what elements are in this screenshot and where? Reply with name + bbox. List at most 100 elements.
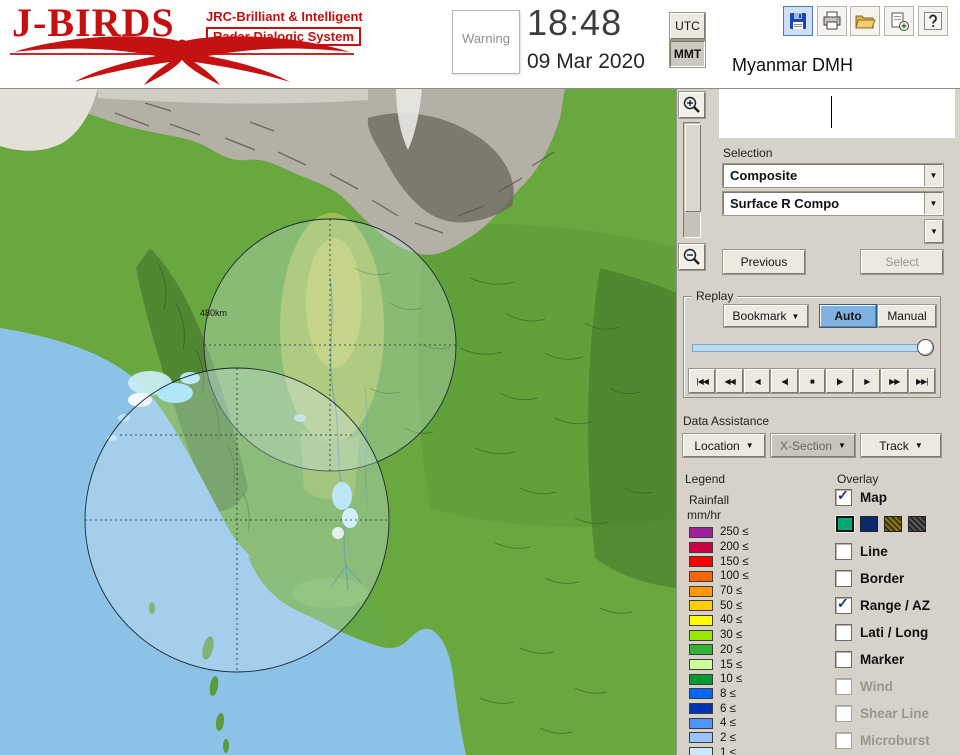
fast-rewind-button[interactable]: ◀◀ xyxy=(715,368,744,394)
step-back-button[interactable]: ◀| xyxy=(770,368,799,394)
rainfall-legend: 250 ≤ 200 ≤150 ≤ 100 ≤ 70 ≤50 ≤ 40 ≤ 30 ≤20 ≤… xyxy=(689,525,819,755)
bookmark-button[interactable]: Bookmark ▼ xyxy=(723,304,809,328)
overlay-item-lati-long[interactable]: Lati / Long xyxy=(835,624,959,641)
overlay-item-map[interactable]: ✓ Map xyxy=(835,487,959,506)
warning-indicator: Warning xyxy=(452,10,520,74)
jbirds-app: J-BIRDS JRC-Brilliant & Intelligent Rada… xyxy=(0,0,960,755)
zoom-out-button[interactable] xyxy=(678,243,706,271)
legend-color-swatch xyxy=(689,644,713,656)
utc-toggle-button[interactable]: UTC xyxy=(669,12,706,40)
overlay-item-microburst: Microburst xyxy=(835,732,959,749)
play-reverse-button[interactable]: ◀ xyxy=(742,368,772,394)
mmt-toggle-button[interactable]: MMT xyxy=(669,40,706,68)
legend-item: 1 ≤ xyxy=(689,745,819,755)
legend-unit-1: Rainfall xyxy=(689,493,730,507)
text-cursor xyxy=(831,96,832,128)
save-button[interactable] xyxy=(783,6,813,36)
fast-forward-button[interactable]: ▶▶ xyxy=(880,368,909,394)
checkbox[interactable] xyxy=(835,543,852,560)
chevron-down-icon[interactable]: ▼ xyxy=(924,165,942,186)
overlay-item-line[interactable]: Line xyxy=(835,543,959,560)
zoom-out-icon xyxy=(683,248,700,265)
legend-color-swatch xyxy=(689,526,713,538)
map-style-swatch-4[interactable] xyxy=(908,516,926,532)
replay-slider-thumb[interactable] xyxy=(917,339,934,356)
legend-item: 40 ≤ xyxy=(689,613,819,628)
overlay-item-label: Line xyxy=(860,544,888,559)
data-assistance-label: Data Assistance xyxy=(683,414,770,428)
track-button[interactable]: Track ▼ xyxy=(860,433,942,458)
header-bar: J-BIRDS JRC-Brilliant & Intelligent Rada… xyxy=(0,0,960,89)
play-button[interactable]: ▶ xyxy=(852,368,882,394)
legend-item: 20 ≤ xyxy=(689,643,819,658)
app-logo-subtitle-1: JRC-Brilliant & Intelligent xyxy=(206,9,363,24)
legend-item: 250 ≤ xyxy=(689,525,819,540)
radar-map[interactable]: 480km xyxy=(0,88,676,755)
legend-value: 20 ≤ xyxy=(720,643,743,656)
zoom-slider[interactable] xyxy=(683,122,701,238)
legend-color-swatch xyxy=(689,717,713,729)
legend-color-swatch xyxy=(689,747,713,755)
checkbox[interactable]: ✓ xyxy=(835,595,852,614)
checkbox[interactable] xyxy=(835,624,852,641)
location-button[interactable]: Location ▼ xyxy=(682,433,766,458)
station-name: Myanmar DMH xyxy=(718,46,954,84)
x-section-button[interactable]: X-Section ▼ xyxy=(770,433,856,458)
print-button[interactable] xyxy=(817,6,847,36)
overlay-item-marker[interactable]: Marker xyxy=(835,651,959,668)
product-select-value: Surface R Compo xyxy=(730,196,840,211)
map-style-swatches xyxy=(835,515,959,534)
legend-value: 6 ≤ xyxy=(720,702,736,715)
product-select[interactable]: Surface R Compo ▼ xyxy=(722,191,944,216)
step-forward-button[interactable]: |▶ xyxy=(825,368,854,394)
legend-item: 4 ≤ xyxy=(689,716,819,731)
overlay-item-label: Microburst xyxy=(860,733,930,748)
clock-date: 09 Mar 2020 xyxy=(527,50,645,73)
stop-button[interactable]: ■ xyxy=(797,368,827,394)
help-button[interactable] xyxy=(918,6,948,36)
export-button[interactable] xyxy=(884,6,914,36)
help-icon xyxy=(924,12,942,30)
checkbox[interactable]: ✓ xyxy=(835,487,852,506)
overlay-item-label: Wind xyxy=(860,679,893,694)
legend-color-swatch xyxy=(689,673,713,685)
checkbox[interactable] xyxy=(835,651,852,668)
checkbox[interactable] xyxy=(835,570,852,587)
legend-item: 2 ≤ xyxy=(689,731,819,746)
legend-value: 8 ≤ xyxy=(720,687,736,700)
composite-select[interactable]: Composite ▼ xyxy=(722,163,944,188)
print-icon xyxy=(823,11,841,30)
legend-color-swatch xyxy=(689,614,713,626)
auto-mode-button[interactable]: Auto xyxy=(819,304,877,328)
legend-item: 8 ≤ xyxy=(689,687,819,702)
check-icon: ✓ xyxy=(837,595,849,611)
checkbox xyxy=(835,732,852,749)
zoom-in-icon xyxy=(683,96,700,113)
previous-button[interactable]: Previous xyxy=(722,249,806,275)
select-button[interactable]: Select xyxy=(860,249,944,275)
overlay-item-border[interactable]: Border xyxy=(835,570,959,587)
legend-value: 10 ≤ xyxy=(720,673,743,686)
manual-mode-button[interactable]: Manual xyxy=(877,304,937,328)
open-folder-button[interactable] xyxy=(850,6,880,36)
chevron-down-icon[interactable]: ▼ xyxy=(924,193,942,214)
replay-slider-track[interactable] xyxy=(692,344,932,352)
overlay-item-label: Border xyxy=(860,571,905,586)
jump-to-end-button[interactable]: ▶▶| xyxy=(907,368,936,394)
legend-value: 70 ≤ xyxy=(720,585,743,598)
zoom-in-button[interactable] xyxy=(678,91,706,119)
overlay-item-range-az[interactable]: ✓ Range / AZ xyxy=(835,595,959,614)
jump-to-start-button[interactable]: |◀◀ xyxy=(687,368,717,394)
zoom-slider-thumb[interactable] xyxy=(685,124,701,212)
replay-timeline-slider[interactable] xyxy=(692,339,934,357)
map-style-swatch-2[interactable] xyxy=(860,516,878,532)
map-style-swatch-3[interactable] xyxy=(884,516,902,532)
map-style-swatch-1[interactable] xyxy=(835,515,855,533)
extra-select-arrow[interactable]: ▼ xyxy=(924,219,944,244)
chevron-down-icon: ▼ xyxy=(791,311,800,321)
checkbox xyxy=(835,678,852,695)
export-icon xyxy=(891,12,909,31)
command-input[interactable] xyxy=(719,88,955,138)
chevron-down-icon: ▼ xyxy=(914,441,923,450)
overlay-item-shear-line: Shear Line xyxy=(835,705,959,722)
